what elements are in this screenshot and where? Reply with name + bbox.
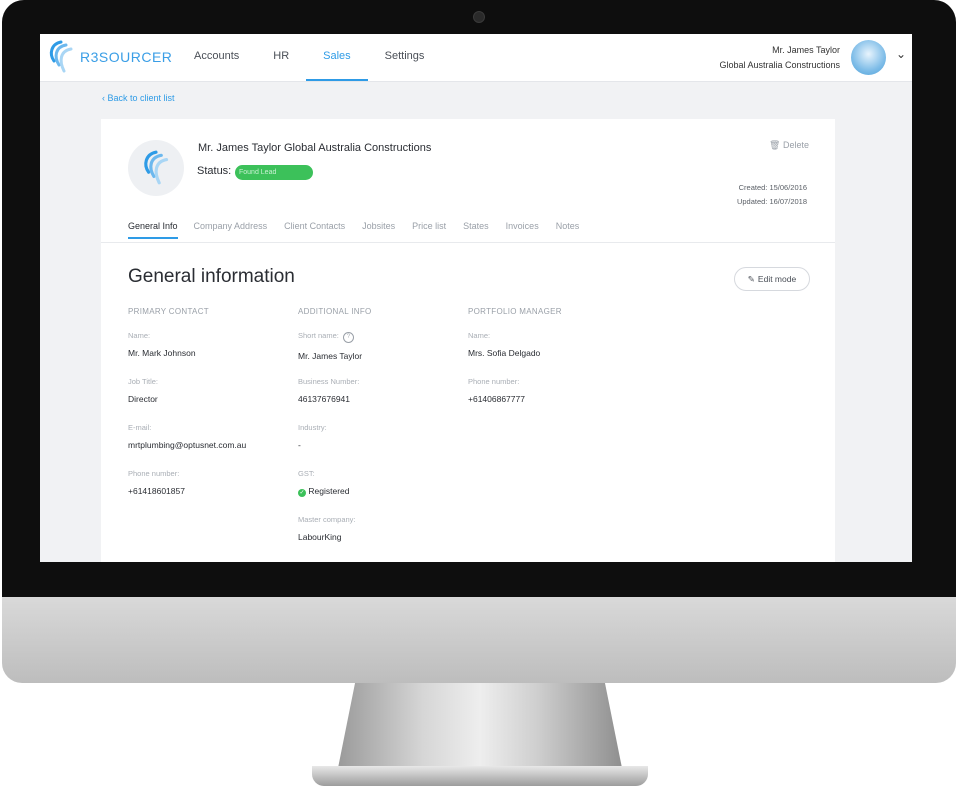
delete-button[interactable]: 🗑 Delete (769, 140, 809, 151)
chevron-down-icon[interactable]: ⌄ (896, 47, 906, 61)
field-phone: Phone number: +61418601857 (128, 469, 298, 515)
edit-mode-button[interactable]: ✎ Edit mode (734, 267, 810, 291)
nav-accounts[interactable]: Accounts (177, 34, 256, 79)
field-manager-phone: Phone number: +61406867777 (468, 377, 638, 423)
tab-states[interactable]: States (463, 221, 489, 239)
field-master-company: Master company: LabourKing (298, 515, 468, 561)
app-screen: R3SOURCER Accounts HR Sales Settings Mr.… (40, 34, 912, 562)
swirl-logo-icon (144, 150, 169, 185)
nav-hr[interactable]: HR (256, 34, 306, 79)
field-value: 46137676941 (298, 394, 351, 404)
field-value: LabourKing (298, 532, 342, 542)
field-value: +61418601857 (128, 486, 185, 496)
client-card: Mr. James Taylor Global Australia Constr… (101, 119, 835, 562)
main-nav: Accounts HR Sales Settings (177, 34, 441, 81)
status-label: Status: (197, 165, 232, 177)
primary-contact-column: PRIMARY CONTACT Name: Mr. Mark Johnson J… (128, 307, 298, 515)
field-business-number: Business Number: 46137676941 (298, 377, 468, 423)
status-badge[interactable]: Found Lead (235, 165, 313, 180)
user-company: Global Australia Constructions (719, 60, 840, 70)
back-to-client-list-link[interactable]: ‹ Back to client list (102, 93, 175, 103)
tab-price-list[interactable]: Price list (412, 221, 446, 239)
field-label-row: Short name: ? (298, 331, 468, 343)
field-value: Mr. James Taylor (298, 351, 363, 361)
field-value: Mr. Mark Johnson (128, 348, 196, 358)
field-short-name: Short name: ? Mr. James Taylor (298, 331, 468, 377)
pencil-icon: ✎ (747, 273, 755, 284)
field-label: E-mail: (128, 423, 152, 432)
portfolio-manager-heading: PORTFOLIO MANAGER (468, 307, 562, 316)
tab-jobsites[interactable]: Jobsites (362, 221, 395, 239)
tab-invoices[interactable]: Invoices (506, 221, 539, 239)
field-job-title: Job Title: Director (128, 377, 298, 423)
monitor-stand (338, 683, 622, 768)
field-value: Director (128, 394, 158, 404)
additional-info-heading: ADDITIONAL INFO (298, 307, 372, 316)
info-icon[interactable]: ? (342, 332, 354, 343)
camera-icon (473, 11, 485, 23)
field-value-row: ✓ Registered (298, 486, 468, 497)
check-circle-icon: ✓ (298, 489, 306, 497)
field-value: Registered (308, 486, 350, 496)
client-title: Mr. James Taylor Global Australia Constr… (198, 142, 432, 154)
tab-client-contacts[interactable]: Client Contacts (284, 221, 345, 239)
field-label: Name: (128, 331, 151, 340)
field-value[interactable]: mrtplumbing@optusnet.com.au (128, 440, 298, 450)
field-label: Master company: (298, 515, 356, 524)
field-label: Phone number: (468, 377, 520, 386)
user-info[interactable]: Mr. James Taylor Global Australia Constr… (719, 43, 840, 73)
field-value: +61406867777 (468, 394, 525, 404)
field-label: Business Number: (298, 377, 360, 386)
brand-name: R3SOURCER (80, 49, 173, 65)
field-label: GST: (298, 469, 315, 478)
primary-contact-heading: PRIMARY CONTACT (128, 307, 209, 316)
avatar[interactable] (851, 40, 886, 75)
monitor-base (312, 766, 648, 786)
additional-info-column: ADDITIONAL INFO Short name: ? Mr. James … (298, 307, 468, 561)
client-dates: Created: 15/06/2016 Updated: 16/07/2018 (737, 181, 807, 209)
field-email: E-mail: mrtplumbing@optusnet.com.au (128, 423, 298, 469)
field-manager-name: Name: Mrs. Sofia Delgado (468, 331, 638, 377)
nav-settings[interactable]: Settings (368, 34, 442, 79)
monitor-chin (2, 597, 956, 683)
tab-company-address[interactable]: Company Address (194, 221, 268, 239)
client-logo (128, 140, 184, 196)
field-label: Phone number: (128, 469, 180, 478)
tabs-divider (101, 242, 835, 243)
portfolio-manager-column: PORTFOLIO MANAGER Name: Mrs. Sofia Delga… (468, 307, 638, 423)
field-gst: GST: ✓ Registered (298, 469, 468, 515)
edit-mode-label: Edit mode (757, 274, 797, 284)
trash-icon: 🗑 (769, 140, 781, 150)
field-label: Job Title: (128, 377, 159, 386)
client-tabs: General Info Company Address Client Cont… (128, 221, 596, 239)
tab-notes[interactable]: Notes (556, 221, 580, 239)
delete-label: Delete (782, 140, 809, 150)
created-date: Created: 15/06/2016 (738, 183, 807, 192)
section-title: General information (128, 266, 295, 287)
field-label: Industry: (298, 423, 327, 432)
updated-date: Updated: 16/07/2018 (736, 197, 807, 206)
field-value: - (298, 440, 301, 450)
brand-logo[interactable]: R3SOURCER (46, 39, 172, 75)
field-label: Short name: (298, 331, 339, 340)
top-navbar: R3SOURCER Accounts HR Sales Settings Mr.… (40, 34, 912, 82)
tab-general-info[interactable]: General Info (128, 221, 178, 239)
field-value: Mrs. Sofia Delgado (468, 348, 541, 358)
user-name: Mr. James Taylor (772, 45, 840, 55)
field-industry: Industry: - (298, 423, 468, 469)
field-name: Name: Mr. Mark Johnson (128, 331, 298, 377)
swirl-logo-icon (49, 40, 73, 73)
nav-sales[interactable]: Sales (306, 34, 368, 81)
field-label: Name: (468, 331, 491, 340)
